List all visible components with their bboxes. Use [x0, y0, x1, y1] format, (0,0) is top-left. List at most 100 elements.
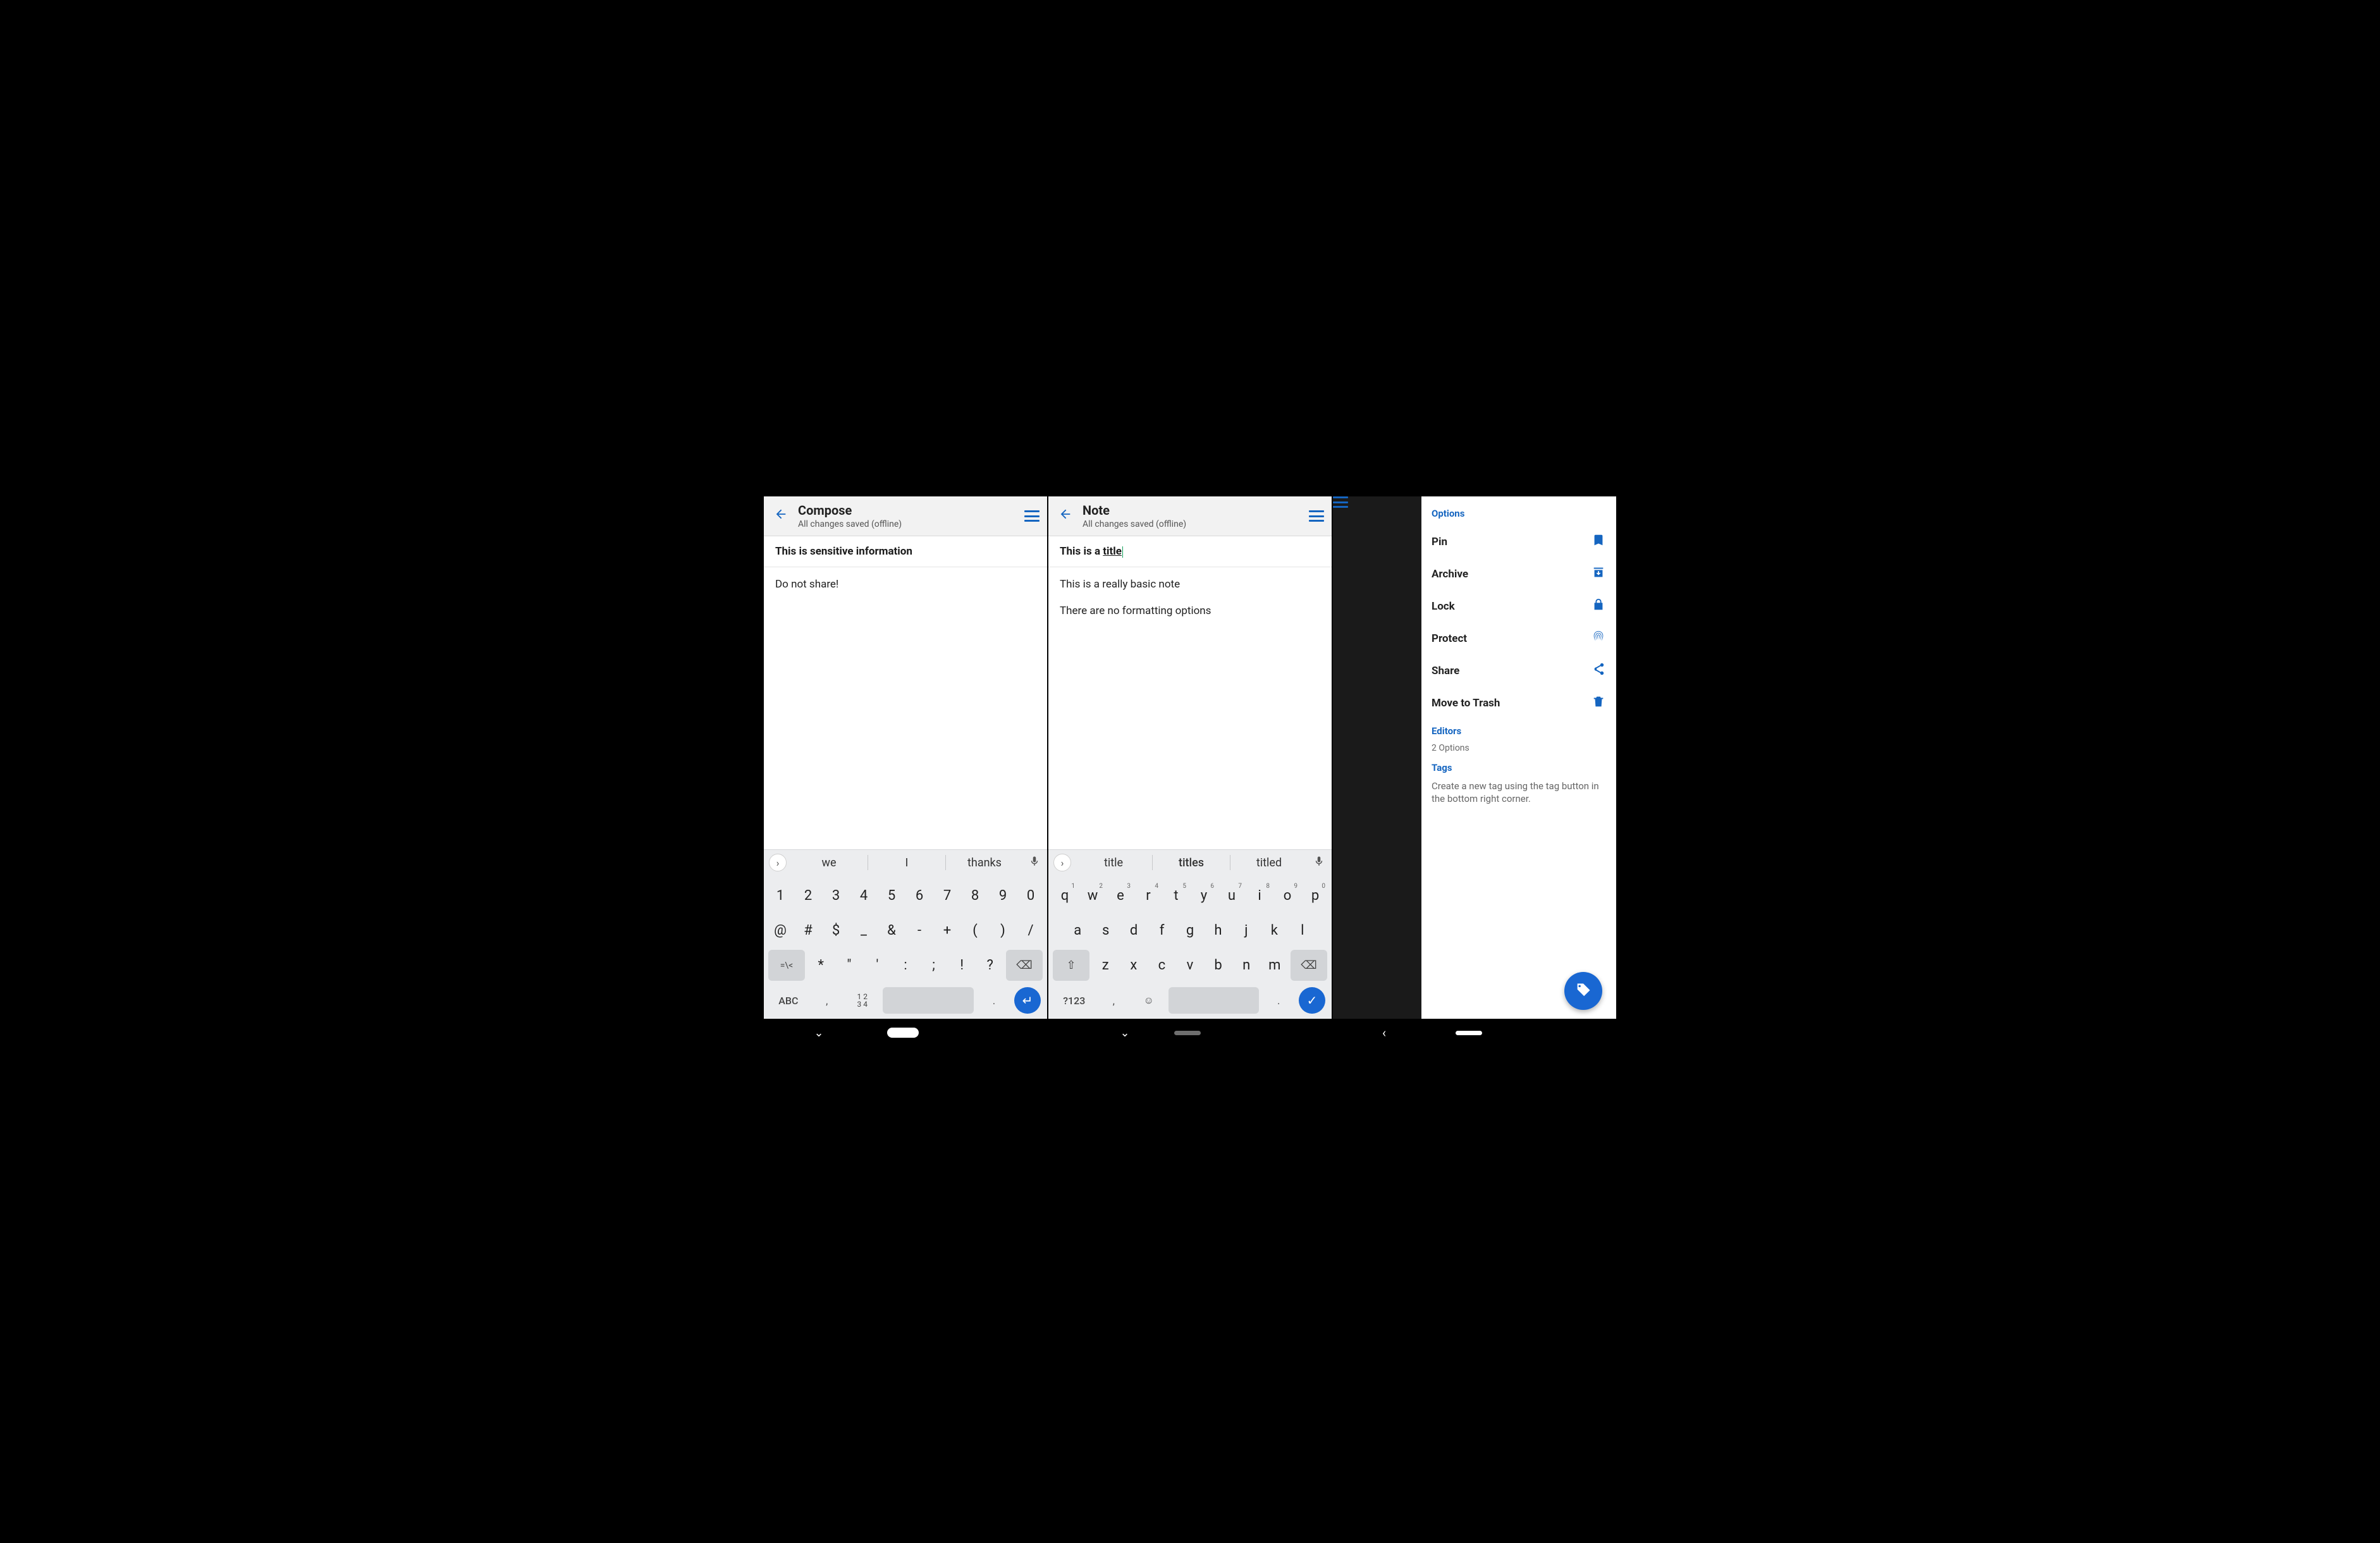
option-lock[interactable]: Lock [1432, 590, 1606, 622]
expand-suggestions-button[interactable]: › [1053, 854, 1071, 871]
key-emoji[interactable]: ☺ [1134, 994, 1163, 1007]
key[interactable]: _ [850, 915, 878, 946]
overlay-dim[interactable] [1333, 496, 1421, 1047]
key[interactable]: ! [948, 950, 976, 981]
key[interactable]: u7 [1218, 880, 1246, 911]
key[interactable]: s [1091, 915, 1119, 946]
key-period[interactable]: . [979, 995, 1009, 1007]
key[interactable]: * [807, 950, 835, 981]
key[interactable]: n [1232, 950, 1261, 981]
key[interactable]: @ [766, 915, 794, 946]
key[interactable]: ) [989, 915, 1017, 946]
key[interactable]: 1 [766, 880, 794, 911]
key[interactable]: r4 [1134, 880, 1162, 911]
suggestion-item[interactable]: thanks [946, 856, 1023, 870]
key-enter[interactable]: ↵ [1014, 987, 1041, 1014]
note-title-field[interactable]: This is sensitive information [764, 536, 1047, 567]
option-archive[interactable]: Archive [1432, 558, 1606, 590]
key[interactable]: k [1260, 915, 1288, 946]
key-123[interactable]: ?123 [1055, 995, 1094, 1007]
expand-suggestions-button[interactable]: › [769, 854, 787, 871]
key[interactable]: 0 [1017, 880, 1045, 911]
key[interactable]: 2 [794, 880, 822, 911]
key-spacebar[interactable] [883, 987, 974, 1014]
key-comma[interactable]: , [1099, 995, 1129, 1007]
mic-button[interactable] [1027, 856, 1042, 870]
key[interactable]: & [878, 915, 905, 946]
key[interactable]: - [905, 915, 933, 946]
key[interactable]: i8 [1246, 880, 1273, 911]
key[interactable]: 7 [933, 880, 961, 911]
note-body-field[interactable]: Do not share! [764, 567, 1047, 849]
note-title-field[interactable]: This is a title [1048, 536, 1332, 567]
nav-home-pill[interactable] [887, 1028, 919, 1038]
key-backspace[interactable]: ⌫ [1006, 950, 1043, 981]
key[interactable]: c [1148, 950, 1176, 981]
note-body-field[interactable]: This is a really basic note There are no… [1048, 567, 1332, 849]
key[interactable]: v [1176, 950, 1205, 981]
key[interactable]: 6 [905, 880, 933, 911]
key[interactable]: " [835, 950, 864, 981]
option-pin[interactable]: Pin [1432, 526, 1606, 558]
key[interactable]: ( [961, 915, 989, 946]
key[interactable]: l [1289, 915, 1316, 946]
key-comma[interactable]: , [812, 995, 842, 1007]
key-done[interactable]: ✓ [1299, 987, 1325, 1014]
suggestion-item[interactable]: title [1075, 856, 1152, 870]
key-switch-numpad[interactable]: 1 2 3 4 [847, 993, 878, 1008]
key-abc[interactable]: ABC [770, 995, 807, 1007]
editors-subtext[interactable]: 2 Options [1432, 743, 1606, 753]
key[interactable]: h [1204, 915, 1232, 946]
back-button[interactable] [1056, 505, 1075, 527]
key[interactable]: ? [976, 950, 1004, 981]
key-shift[interactable]: ⇧ [1053, 950, 1089, 981]
nav-down-icon[interactable]: ⌄ [1120, 1026, 1129, 1040]
key[interactable]: a [1064, 915, 1091, 946]
suggestion-item[interactable]: I [868, 856, 945, 870]
key[interactable]: 5 [878, 880, 905, 911]
menu-button[interactable] [1333, 496, 1421, 508]
key[interactable]: + [933, 915, 961, 946]
key[interactable]: $ [822, 915, 850, 946]
suggestion-item[interactable]: we [790, 856, 868, 870]
key[interactable]: j [1232, 915, 1260, 946]
nav-down-icon[interactable]: ⌄ [814, 1026, 823, 1040]
key[interactable]: 3 [822, 880, 850, 911]
key[interactable]: ' [863, 950, 892, 981]
key[interactable]: e3 [1107, 880, 1134, 911]
key-backspace[interactable]: ⌫ [1291, 950, 1327, 981]
key[interactable]: g [1176, 915, 1204, 946]
option-protect[interactable]: Protect [1432, 622, 1606, 655]
key[interactable]: q1 [1051, 880, 1079, 911]
option-move-to-trash[interactable]: Move to Trash [1432, 687, 1606, 719]
key[interactable]: d [1120, 915, 1148, 946]
key-more-symbols[interactable]: =\< [768, 950, 805, 981]
key[interactable]: p0 [1301, 880, 1329, 911]
suggestion-item[interactable]: titled [1230, 856, 1308, 870]
nav-home-pill[interactable] [1174, 1031, 1201, 1035]
key[interactable]: b [1204, 950, 1232, 981]
add-tag-fab[interactable] [1564, 972, 1602, 1010]
key[interactable]: 9 [989, 880, 1017, 911]
key[interactable]: o9 [1273, 880, 1301, 911]
key[interactable]: ; [919, 950, 948, 981]
key[interactable]: m [1260, 950, 1289, 981]
key[interactable]: z [1091, 950, 1120, 981]
key[interactable]: 8 [961, 880, 989, 911]
key[interactable]: w2 [1079, 880, 1107, 911]
key[interactable]: # [794, 915, 822, 946]
menu-button[interactable] [1024, 510, 1040, 522]
key[interactable]: f [1148, 915, 1175, 946]
key[interactable]: / [1017, 915, 1045, 946]
mic-button[interactable] [1311, 856, 1327, 870]
key[interactable]: t5 [1162, 880, 1190, 911]
back-button[interactable] [771, 505, 790, 527]
key-period[interactable]: . [1264, 995, 1294, 1007]
nav-home-pill[interactable] [1456, 1031, 1482, 1035]
key[interactable]: : [892, 950, 920, 981]
key[interactable]: x [1120, 950, 1148, 981]
nav-back-icon[interactable]: ‹ [1382, 1025, 1386, 1040]
key-spacebar[interactable] [1169, 987, 1258, 1014]
option-share[interactable]: Share [1432, 655, 1606, 687]
suggestion-item[interactable]: titles [1153, 856, 1230, 870]
